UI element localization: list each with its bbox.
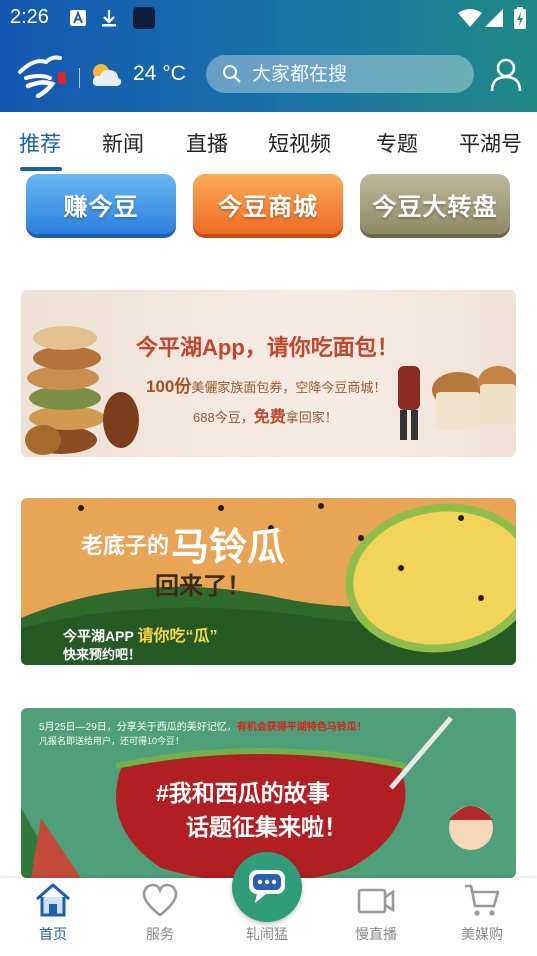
melon-line3b: 请你吃“瓜” (137, 628, 218, 645)
bread-promo-banner[interactable]: 今平湖App，请你吃面包！ 100份美儷家族面包券，空降今豆商城！ 688今豆，… (21, 290, 516, 457)
video-camera-icon (357, 888, 395, 914)
bread-free: 免费 (253, 409, 286, 426)
topic-note1a: 5月25日—29日，分享关于西瓜的美好记忆， (39, 722, 237, 733)
cart-icon (465, 884, 500, 916)
nav-center-chat-button[interactable] (232, 852, 302, 922)
nav-center-label: 轧闹猛 (246, 926, 288, 942)
nav-home-label: 首页 (39, 926, 67, 942)
bread-price: 688今豆， (193, 410, 254, 425)
nav-media-shop-label: 美媒购 (461, 926, 503, 942)
melon-big-title: 马铃瓜 (171, 527, 286, 569)
tab-topics[interactable]: 专题 (376, 128, 418, 158)
app-bar: 24 °C (0, 38, 537, 112)
nav-slow-live-label: 慢直播 (355, 926, 397, 942)
category-tabs: 推荐 新闻 直播 短视频 专题 平湖号 (0, 112, 537, 172)
search-input[interactable] (250, 59, 464, 91)
bread-desc: 美儷家族面包券，空降今豆商城！ (191, 380, 387, 395)
bread-tail: 拿回家！ (285, 410, 338, 425)
nav-service[interactable]: 服务 (120, 878, 200, 956)
earn-beans-button[interactable]: 赚今豆 (26, 174, 176, 234)
signal-icon (485, 9, 503, 27)
tab-live[interactable]: 直播 (186, 128, 228, 158)
user-icon[interactable] (490, 58, 522, 92)
nav-slow-live[interactable]: 慢直播 (336, 878, 416, 956)
search-bar[interactable] (206, 55, 474, 93)
melon-line4: 快来预约吧！ (63, 647, 142, 662)
bread-banner-desc: 100份美儷家族面包券，空降今豆商城！ (146, 372, 386, 397)
bread-count: 100份 (146, 377, 192, 396)
header: 2:26 24 °C (0, 0, 537, 112)
wifi-icon (458, 9, 482, 27)
partly-cloudy-icon (92, 64, 122, 86)
home-icon (36, 883, 70, 917)
nav-service-label: 服务 (146, 926, 174, 942)
topic-note1: 5月25日—29日，分享关于西瓜的美好记忆，有机会获得平湖特色马铃瓜！ (39, 718, 367, 733)
topic-title1: #我和西瓜的故事 (156, 780, 330, 806)
nav-home[interactable]: 首页 (13, 878, 93, 956)
bread-banner-price: 688今豆，免费拿回家！ (193, 403, 338, 427)
header-divider (79, 68, 80, 88)
melon-line3a: 今平湖APP (63, 628, 134, 644)
melon-line1: 老底子的 (81, 533, 170, 558)
active-tab-indicator (20, 167, 62, 171)
jin-logo-icon[interactable] (16, 52, 76, 98)
status-bar: 2:26 (0, 0, 537, 38)
bean-wheel-button[interactable]: 今豆大转盘 (360, 174, 510, 234)
nav-media-shop[interactable]: 美媒购 (442, 878, 522, 956)
bread-stack-image (25, 326, 139, 455)
topic-title2: 话题征集来啦！ (186, 814, 347, 840)
keyboard-a-icon (70, 10, 86, 26)
bean-mall-button[interactable]: 今豆商城 (193, 174, 343, 234)
status-time: 2:26 (10, 6, 49, 28)
baker-muffins-image (398, 345, 516, 440)
download-icon (102, 10, 116, 27)
battery-icon (514, 7, 526, 29)
temperature: 24 °C (133, 62, 186, 85)
melon-line2: 回来了！ (155, 573, 251, 600)
app-square-icon (133, 7, 155, 29)
chat-icon (249, 870, 285, 903)
bread-banner-title: 今平湖App，请你吃面包！ (136, 335, 399, 360)
topic-note2: 凡报名即送给用户，还可得10今豆！ (39, 736, 185, 746)
tab-pinghu-account[interactable]: 平湖号 (459, 128, 522, 158)
search-icon (223, 65, 241, 83)
melon-line3: 今平湖APP 请你吃“瓜” (63, 622, 217, 646)
tab-news[interactable]: 新闻 (102, 128, 144, 158)
tab-recommend[interactable]: 推荐 (19, 128, 61, 158)
topic-note1b: 有机会获得平湖特色马铃瓜！ (236, 722, 367, 733)
heart-icon (142, 883, 178, 917)
tab-short-video[interactable]: 短视频 (268, 128, 331, 158)
melon-promo-banner[interactable]: 老底子的 马铃瓜 回来了！ 今平湖APP 请你吃“瓜” 快来预约吧！ (21, 498, 516, 665)
